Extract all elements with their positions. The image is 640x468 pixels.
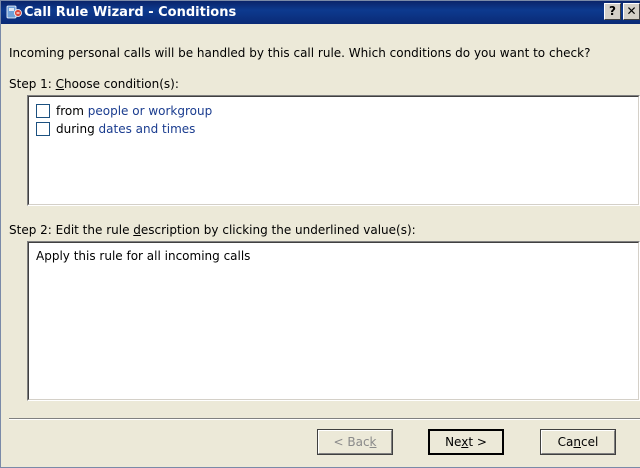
intro-text: Incoming personal calls will be handled …	[9, 46, 591, 60]
help-button[interactable]: ?	[604, 3, 621, 20]
condition-checkbox[interactable]	[36, 103, 50, 118]
rule-description-text: Apply this rule for all incoming calls	[36, 249, 251, 263]
conditions-list[interactable]: from people or workgroup during dates an…	[27, 95, 640, 206]
rule-description-box[interactable]: Apply this rule for all incoming calls	[27, 241, 640, 401]
help-icon: ?	[609, 4, 616, 18]
back-button[interactable]: < Back	[317, 429, 393, 455]
step1-label: Step 1: Choose condition(s):	[9, 77, 179, 91]
divider	[9, 418, 640, 420]
condition-link: people or workgroup	[87, 104, 213, 118]
next-button[interactable]: Next >	[428, 429, 504, 455]
step2-label: Step 2: Edit the rule description by cli…	[9, 223, 416, 237]
window-title: Call Rule Wizard - Conditions	[24, 5, 237, 20]
condition-during-dates[interactable]: during dates and times	[36, 121, 195, 137]
close-button[interactable]: ✕	[623, 3, 640, 20]
condition-from-people[interactable]: from people or workgroup	[36, 103, 212, 119]
call-rule-wizard-window: Call Rule Wizard - Conditions ? ✕ Incomi…	[0, 0, 640, 468]
phone-rule-icon	[6, 5, 22, 19]
condition-checkbox[interactable]	[36, 121, 50, 136]
title-bar[interactable]: Call Rule Wizard - Conditions ? ✕	[1, 1, 640, 24]
condition-link: dates and times	[98, 122, 196, 136]
cancel-button[interactable]: Cancel	[540, 429, 616, 455]
close-icon: ✕	[626, 4, 637, 18]
